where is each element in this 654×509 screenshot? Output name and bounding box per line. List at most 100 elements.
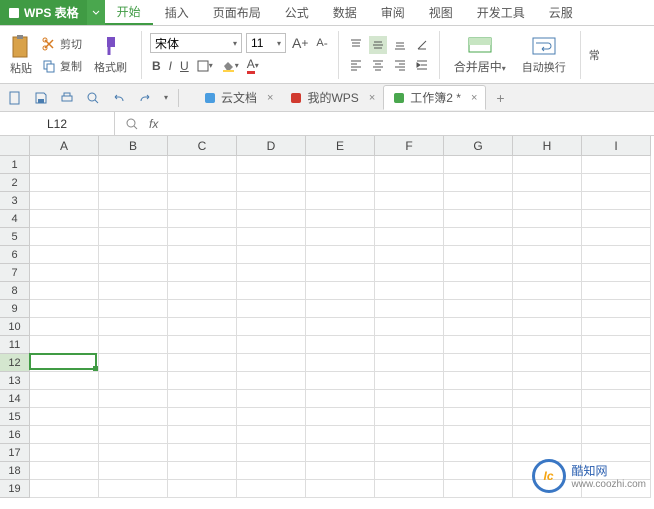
fill-color-button[interactable]: ▾ <box>219 57 241 75</box>
cell[interactable] <box>30 336 99 354</box>
cell[interactable] <box>30 210 99 228</box>
cell[interactable] <box>513 336 582 354</box>
cell[interactable] <box>168 462 237 480</box>
cell[interactable] <box>375 480 444 498</box>
row-header[interactable]: 16 <box>0 426 30 444</box>
cell[interactable] <box>168 282 237 300</box>
tab-3[interactable]: 公式 <box>273 0 321 25</box>
wrap-text-button[interactable]: 自动换行 <box>516 35 572 75</box>
cell[interactable] <box>444 264 513 282</box>
cell[interactable] <box>99 390 168 408</box>
cell[interactable] <box>375 318 444 336</box>
qat-more-button[interactable]: ▾ <box>162 91 170 104</box>
cell[interactable] <box>444 174 513 192</box>
cell[interactable] <box>375 228 444 246</box>
cell[interactable] <box>30 300 99 318</box>
cell[interactable] <box>237 246 306 264</box>
cell[interactable] <box>168 390 237 408</box>
cell[interactable] <box>582 192 651 210</box>
cell[interactable] <box>582 336 651 354</box>
cell[interactable] <box>306 408 375 426</box>
indent-button[interactable] <box>413 56 431 74</box>
cut-button[interactable]: 剪切 <box>40 34 84 54</box>
cell[interactable] <box>168 480 237 498</box>
cell[interactable] <box>306 354 375 372</box>
cell[interactable] <box>444 408 513 426</box>
col-header[interactable]: F <box>375 136 444 156</box>
row-header[interactable]: 1 <box>0 156 30 174</box>
cell[interactable] <box>30 408 99 426</box>
cell[interactable] <box>237 480 306 498</box>
col-header[interactable]: C <box>168 136 237 156</box>
row-header[interactable]: 4 <box>0 210 30 228</box>
cell[interactable] <box>30 390 99 408</box>
cell[interactable] <box>582 264 651 282</box>
row-header[interactable]: 11 <box>0 336 30 354</box>
fx-label[interactable]: fx <box>149 117 158 131</box>
cell[interactable] <box>375 336 444 354</box>
row-header[interactable]: 12 <box>0 354 30 372</box>
cell[interactable] <box>99 282 168 300</box>
cell[interactable] <box>306 318 375 336</box>
cell[interactable] <box>444 354 513 372</box>
cell[interactable] <box>168 264 237 282</box>
tab-2[interactable]: 页面布局 <box>201 0 273 25</box>
cell[interactable] <box>444 426 513 444</box>
col-header[interactable]: A <box>30 136 99 156</box>
cell[interactable] <box>513 372 582 390</box>
cell[interactable] <box>582 282 651 300</box>
col-header[interactable]: H <box>513 136 582 156</box>
cell[interactable] <box>513 390 582 408</box>
cell[interactable] <box>99 156 168 174</box>
row-header[interactable]: 15 <box>0 408 30 426</box>
cell[interactable] <box>306 444 375 462</box>
cell[interactable] <box>99 264 168 282</box>
cell[interactable] <box>99 354 168 372</box>
cell[interactable] <box>237 300 306 318</box>
cell[interactable] <box>99 174 168 192</box>
cell[interactable] <box>237 408 306 426</box>
cell[interactable] <box>99 372 168 390</box>
close-icon[interactable]: × <box>369 92 375 104</box>
cell[interactable] <box>444 444 513 462</box>
cell[interactable] <box>513 300 582 318</box>
cell[interactable] <box>168 408 237 426</box>
cell[interactable] <box>513 246 582 264</box>
merge-center-button[interactable]: 合并居中▾ <box>448 34 512 75</box>
cell[interactable] <box>375 174 444 192</box>
row-header[interactable]: 6 <box>0 246 30 264</box>
cell[interactable] <box>513 282 582 300</box>
cell[interactable] <box>30 480 99 498</box>
align-middle-button[interactable] <box>369 36 387 54</box>
align-right-button[interactable] <box>391 56 409 74</box>
cell[interactable] <box>237 354 306 372</box>
cell[interactable] <box>30 444 99 462</box>
cell[interactable] <box>99 210 168 228</box>
cell[interactable] <box>375 354 444 372</box>
cell[interactable] <box>237 390 306 408</box>
cell[interactable] <box>306 174 375 192</box>
tab-1[interactable]: 插入 <box>153 0 201 25</box>
cell[interactable] <box>168 246 237 264</box>
cell[interactable] <box>168 300 237 318</box>
cell[interactable] <box>237 264 306 282</box>
add-tab-button[interactable]: + <box>494 88 506 108</box>
cell[interactable] <box>30 426 99 444</box>
cell[interactable] <box>237 318 306 336</box>
cell[interactable] <box>306 192 375 210</box>
cell[interactable] <box>375 300 444 318</box>
close-icon[interactable]: × <box>471 92 477 104</box>
row-header[interactable]: 2 <box>0 174 30 192</box>
cell[interactable] <box>168 318 237 336</box>
cell[interactable] <box>237 282 306 300</box>
cell[interactable] <box>168 444 237 462</box>
cell[interactable] <box>582 300 651 318</box>
cell[interactable] <box>582 156 651 174</box>
col-header[interactable]: D <box>237 136 306 156</box>
cell[interactable] <box>375 390 444 408</box>
tab-8[interactable]: 云服 <box>537 0 585 25</box>
tab-0[interactable]: 开始 <box>105 0 153 25</box>
cell[interactable] <box>237 228 306 246</box>
cell[interactable] <box>30 318 99 336</box>
row-header[interactable]: 14 <box>0 390 30 408</box>
